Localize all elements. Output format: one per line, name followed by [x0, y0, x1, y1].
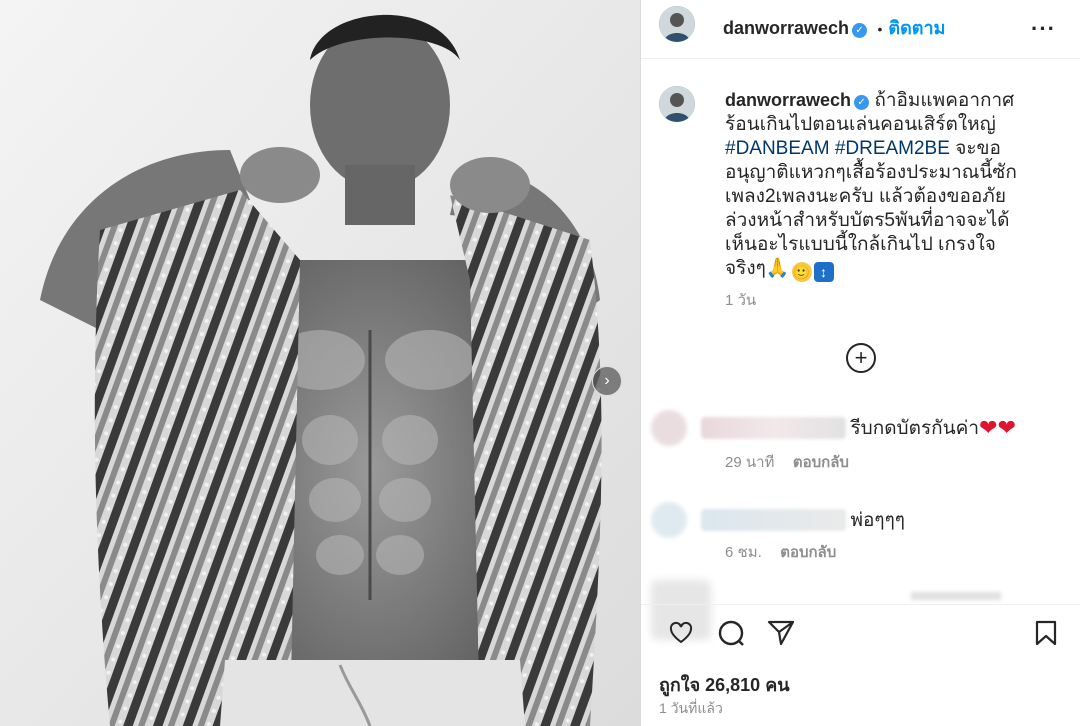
- comment-meta: 29 นาที ตอบกลับ: [725, 450, 849, 474]
- likes-count[interactable]: ถูกใจ 26,810 คน: [659, 670, 790, 699]
- header-name-row: danworrawech ✓ • ติดตาม: [723, 13, 945, 42]
- comment-avatar[interactable]: [651, 502, 687, 538]
- avatar-image: [659, 86, 695, 122]
- share-send-icon[interactable]: [767, 620, 795, 646]
- like-heart-icon[interactable]: [669, 621, 693, 645]
- separator-dot: •: [877, 21, 883, 37]
- blurred-comment-text: [911, 592, 1001, 600]
- hashtag-link[interactable]: #DANBEAM: [725, 138, 830, 159]
- photo-illustration: [0, 0, 640, 726]
- smile-emoji-icon: 🙂: [791, 262, 812, 282]
- comment-text: รีบกดบัตรกันค่า: [850, 418, 980, 439]
- post-side-panel: danworrawech ✓ • ติดตาม ··· danworrawech ✓ …: [641, 0, 1080, 726]
- post-header: danworrawech ✓ • ติดตาม ···: [641, 0, 1080, 59]
- blurred-username[interactable]: [701, 509, 846, 531]
- more-options-icon[interactable]: ···: [1031, 16, 1056, 42]
- comment-time: 29 นาที: [725, 454, 775, 471]
- caption-username[interactable]: danworrawech: [725, 90, 851, 110]
- load-more-comments-button[interactable]: +: [846, 343, 876, 373]
- comment-avatar[interactable]: [651, 410, 687, 446]
- caption-timestamp: 1 วัน: [725, 292, 757, 309]
- plus-circle-icon: +: [854, 345, 868, 370]
- pray-emoji-icon: 🙏: [765, 258, 790, 279]
- comment-body: พ่อๆๆๆ: [701, 505, 905, 535]
- heart-emoji-icon: ❤❤: [979, 415, 1016, 440]
- bookmark-save-icon[interactable]: [1035, 620, 1057, 646]
- avatar-image: [659, 6, 695, 42]
- post-time-ago: 1 วันที่แล้ว: [659, 700, 723, 716]
- comment-body: รีบกดบัตรกันค่า❤❤: [701, 413, 1016, 443]
- carousel-next-button[interactable]: ›: [592, 366, 622, 396]
- reply-button[interactable]: ตอบกลับ: [780, 544, 836, 561]
- post-caption: danworrawech ✓ ถ้าอิมแพคอากาศร้อนเกินไปตอ…: [725, 88, 1025, 282]
- chevron-right-icon: ›: [604, 372, 610, 389]
- caption-avatar[interactable]: [659, 86, 695, 122]
- verified-badge-icon: ✓: [854, 95, 870, 110]
- comment-bubble-icon[interactable]: [717, 619, 745, 647]
- comment-text: พ่อๆๆๆ: [850, 510, 906, 531]
- username-link[interactable]: danworrawech: [723, 18, 849, 38]
- hashtag-link[interactable]: #DREAM2BE: [835, 138, 950, 159]
- post-actions-bar: [641, 604, 1080, 663]
- comment-time: 6 ชม.: [725, 544, 762, 561]
- up-down-arrow-emoji-icon: ↕: [813, 262, 834, 282]
- avatar[interactable]: [659, 6, 695, 42]
- comment-meta: 6 ชม. ตอบกลับ: [725, 540, 836, 564]
- verified-badge-icon: ✓: [852, 23, 868, 38]
- post-photo[interactable]: ›: [0, 0, 640, 726]
- blurred-username[interactable]: [701, 417, 846, 439]
- follow-button[interactable]: ติดตาม: [888, 18, 945, 38]
- reply-button[interactable]: ตอบกลับ: [793, 454, 849, 471]
